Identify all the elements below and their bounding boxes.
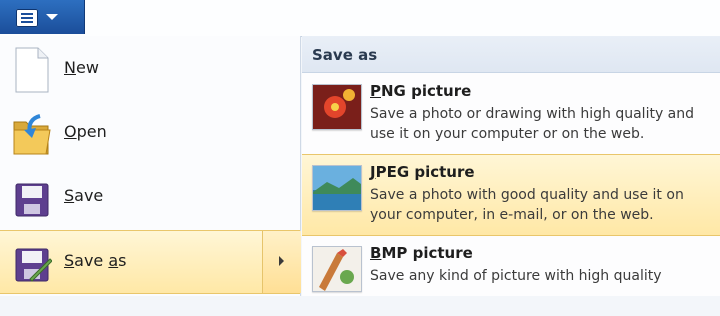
- save-as-png[interactable]: PNG picture Save a photo or drawing with…: [302, 74, 720, 154]
- menu-item-label: Save as: [64, 251, 127, 270]
- chevron-right-icon: [279, 256, 284, 266]
- format-description: Save a photo with good quality and use i…: [370, 187, 684, 223]
- new-document-icon: [15, 47, 49, 93]
- ribbon-topbar: [0, 0, 720, 37]
- chevron-down-icon: [46, 14, 58, 20]
- menu-item-open[interactable]: Open: [0, 102, 300, 166]
- format-title: JPEG picture: [370, 163, 475, 181]
- jpeg-picture-icon: [312, 165, 362, 211]
- save-as-submenu: Save as PNG picture Save a photo or draw…: [302, 36, 720, 296]
- menu-item-label: Open: [64, 122, 107, 141]
- format-title: PNG picture: [370, 82, 472, 100]
- submenu-header: Save as: [302, 36, 720, 73]
- menu-item-save[interactable]: Save: [0, 166, 300, 230]
- menu-item-new[interactable]: New: [0, 38, 300, 102]
- application-menu-icon: [16, 9, 38, 27]
- format-description: Save any kind of picture with high quali…: [370, 268, 662, 284]
- menu-item-label: New: [64, 58, 99, 77]
- application-menu-left-pane: New Open Save Save as: [0, 36, 301, 296]
- open-folder-icon: [13, 114, 51, 155]
- save-as-bmp[interactable]: BMP picture Save any kind of picture wit…: [302, 236, 720, 316]
- format-description: Save a photo or drawing with high qualit…: [370, 106, 695, 142]
- format-title: BMP picture: [370, 244, 473, 262]
- menu-item-label: Save: [64, 186, 104, 205]
- application-menu-button[interactable]: [0, 0, 85, 34]
- png-picture-icon: [312, 84, 362, 130]
- menu-item-save-as[interactable]: Save as: [0, 230, 301, 294]
- floppy-disk-icon: [15, 183, 49, 217]
- save-as-icon: [15, 248, 52, 282]
- bmp-picture-icon: [312, 246, 362, 292]
- submenu-title: Save as: [312, 46, 378, 64]
- submenu-arrow-button[interactable]: [262, 231, 301, 293]
- save-as-jpeg[interactable]: JPEG picture Save a photo with good qual…: [302, 154, 720, 236]
